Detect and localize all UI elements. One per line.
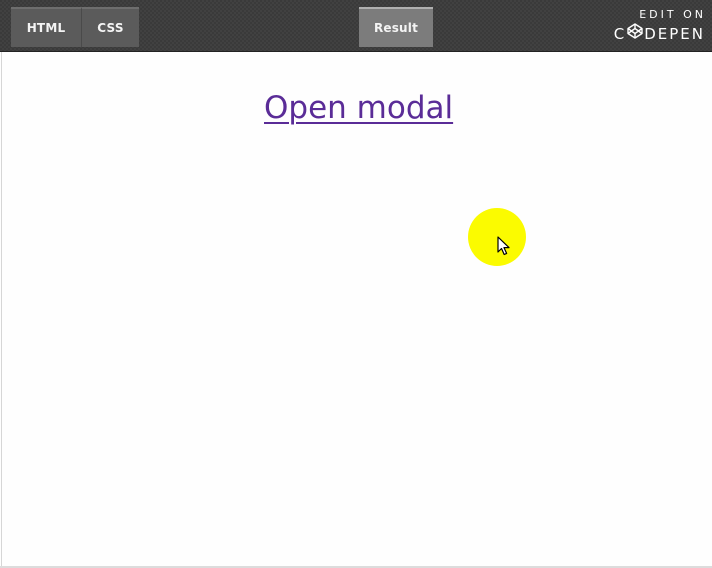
codepen-wordmark: C DEPEN	[614, 23, 705, 44]
codepen-wordmark-suffix: DEPEN	[644, 24, 705, 43]
edit-on-codepen-link[interactable]: EDIT ON C DEPEN	[614, 8, 703, 44]
tab-html[interactable]: HTML	[11, 7, 82, 47]
edit-on-label: EDIT ON	[639, 8, 706, 21]
tab-css-label: CSS	[97, 21, 124, 35]
tab-css[interactable]: CSS	[82, 7, 139, 47]
mouse-pointer-icon	[497, 236, 511, 260]
tab-html-label: HTML	[26, 21, 66, 35]
codepen-wordmark-prefix: C	[613, 24, 627, 43]
open-modal-link[interactable]: Open modal	[264, 90, 453, 126]
tab-result[interactable]: Result	[359, 7, 433, 47]
codepen-embed-toolbar: HTML CSS Result EDIT ON C DEPEN	[0, 0, 712, 52]
result-viewport: Open modal	[1, 52, 712, 566]
codepen-logo-icon	[626, 23, 644, 44]
tab-result-label: Result	[373, 21, 419, 35]
